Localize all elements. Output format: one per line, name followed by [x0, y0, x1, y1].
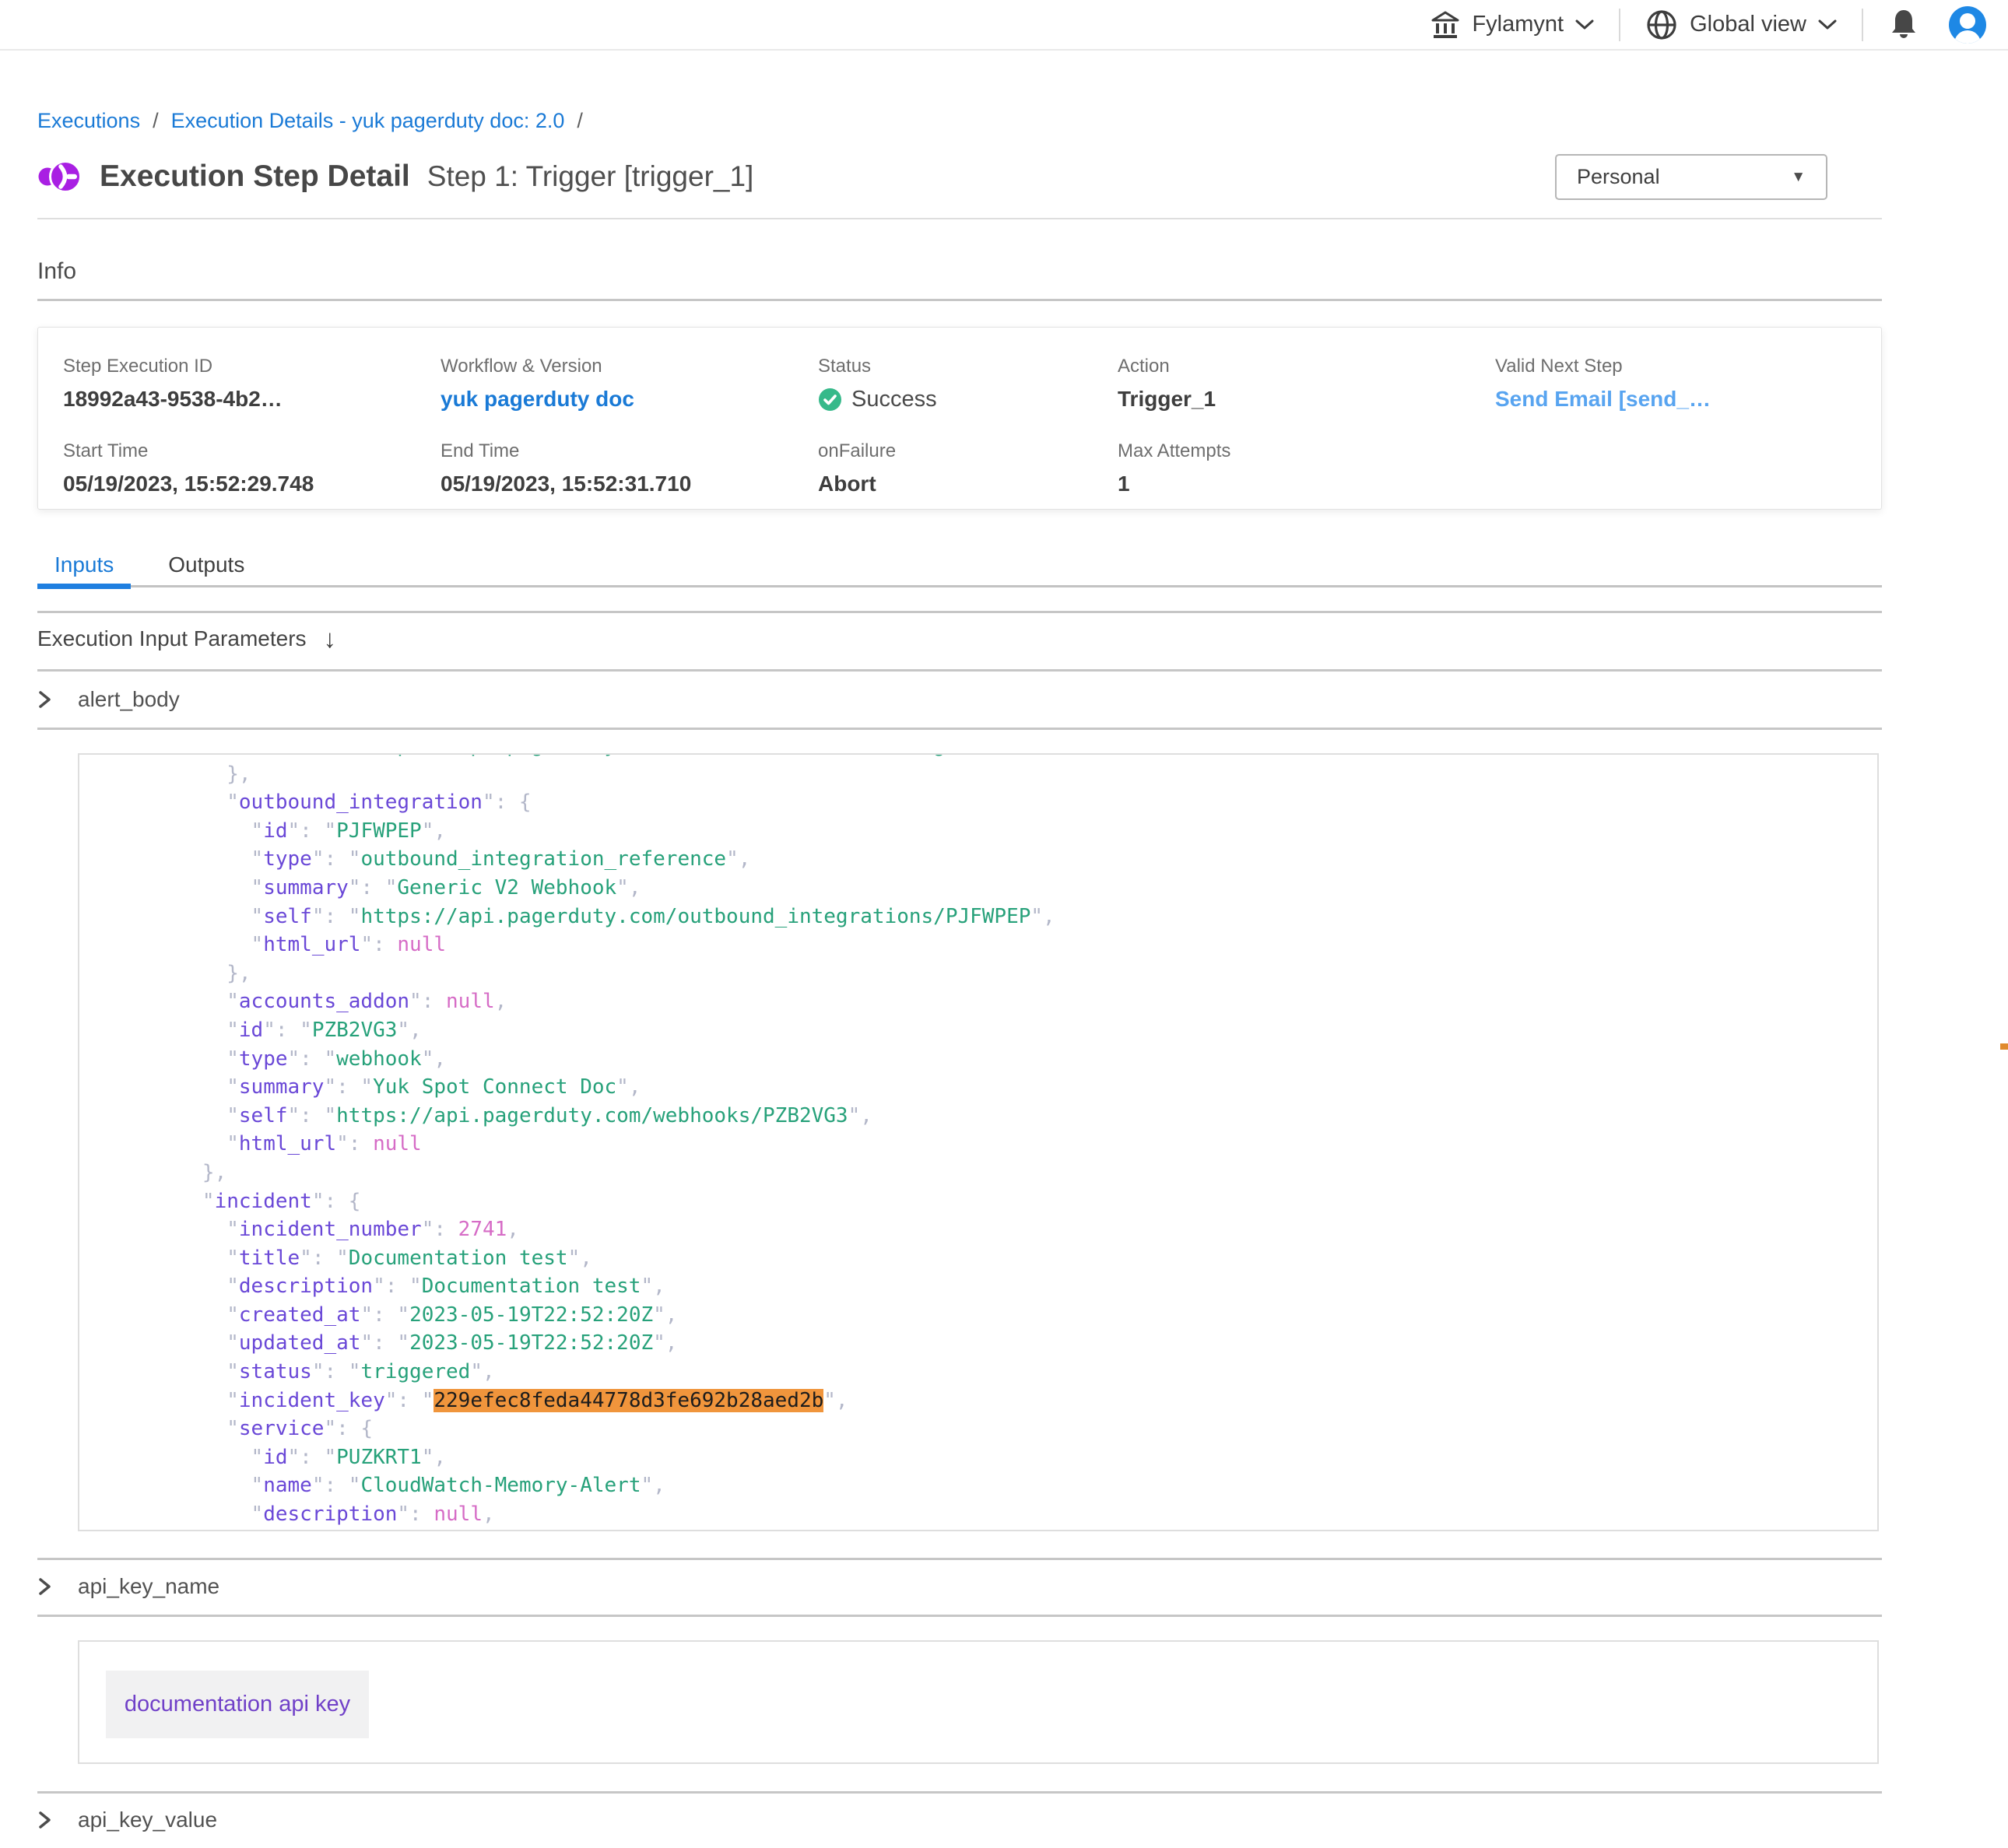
chevron-right-icon — [37, 689, 53, 710]
breadcrumb-executions[interactable]: Executions — [37, 109, 140, 133]
execution-step-detail-page: Fylamynt Global view — [0, 0, 2008, 1848]
field-empty — [1495, 440, 1856, 496]
info-heading: Info — [37, 258, 76, 285]
download-icon[interactable]: ↓ — [324, 624, 337, 654]
view-selector[interactable]: Global view — [1645, 9, 1837, 41]
chevron-right-icon — [37, 1576, 53, 1597]
tab-bar: Inputs Outputs — [37, 545, 1882, 587]
view-name: Global view — [1690, 12, 1806, 37]
section-rule — [37, 1558, 1882, 1560]
tab-inputs[interactable]: Inputs — [37, 545, 131, 585]
page-title: Execution Step Detail — [100, 160, 410, 194]
org-name: Fylamynt — [1472, 12, 1564, 37]
field-value: Abort — [818, 472, 1118, 496]
section-api-key-value[interactable]: api_key_value — [37, 1802, 217, 1838]
field-action: Action Trigger_1 — [1118, 356, 1495, 412]
field-valid-next-step: Valid Next Step Send Email [send_… — [1495, 356, 1856, 412]
section-name: alert_body — [78, 687, 180, 712]
field-label: Step Execution ID — [63, 356, 441, 377]
field-end-time: End Time 05/19/2023, 15:52:31.710 — [441, 440, 818, 496]
bank-icon — [1431, 11, 1460, 39]
scope-select[interactable]: Personal ▼ — [1555, 154, 1827, 200]
chevron-right-icon — [37, 1809, 53, 1831]
breadcrumb-separator: / — [577, 109, 583, 133]
title-divider — [37, 218, 1882, 219]
chevron-down-icon — [1575, 19, 1594, 30]
section-alert-body[interactable]: alert_body — [37, 682, 180, 717]
success-check-icon — [818, 387, 842, 412]
field-step-execution-id: Step Execution ID 18992a43-9538-4b2… — [63, 356, 441, 412]
field-label: onFailure — [818, 440, 1118, 462]
field-label: Start Time — [63, 440, 441, 462]
status-text: Success — [851, 387, 937, 412]
field-label: End Time — [441, 440, 818, 462]
section-name: api_key_name — [78, 1574, 219, 1599]
field-label: Action — [1118, 356, 1495, 377]
title-row: Execution Step Detail Step 1: Trigger [t… — [37, 153, 753, 201]
org-selector[interactable]: Fylamynt — [1431, 11, 1594, 39]
breadcrumb-separator: / — [153, 109, 159, 133]
section-rule — [37, 1615, 1882, 1617]
params-heading: Execution Input Parameters — [37, 626, 307, 651]
status-badge: Success — [818, 387, 1118, 412]
info-card: Step Execution ID 18992a43-9538-4b2… Wor… — [37, 327, 1882, 510]
section-rule — [37, 1791, 1882, 1794]
notifications-bell-icon[interactable] — [1888, 8, 1919, 42]
topbar-divider — [1862, 9, 1863, 41]
next-step-link[interactable]: Send Email [send_… — [1495, 387, 1856, 412]
top-bar: Fylamynt Global view — [0, 0, 2008, 51]
api-key-name-chip: documentation api key — [106, 1671, 369, 1738]
workflow-brand-icon — [37, 154, 82, 199]
field-value: 05/19/2023, 15:52:31.710 — [441, 472, 818, 496]
field-label: Valid Next Step — [1495, 356, 1856, 377]
alert-body-code-viewer[interactable]: "self": "https://api.pagerduty.com/servi… — [78, 753, 1879, 1531]
tab-outputs[interactable]: Outputs — [151, 545, 262, 585]
chevron-down-icon — [1818, 19, 1837, 30]
caret-down-icon: ▼ — [1791, 169, 1806, 186]
params-header: Execution Input Parameters ↓ — [37, 621, 336, 657]
field-label: Workflow & Version — [441, 356, 818, 377]
scroll-highlight-marker — [2000, 1043, 2008, 1050]
field-value: Trigger_1 — [1118, 387, 1495, 412]
field-workflow-version: Workflow & Version yuk pagerduty doc — [441, 356, 818, 412]
section-rule — [37, 611, 1882, 613]
field-label: Status — [818, 356, 1118, 377]
field-max-attempts: Max Attempts 1 — [1118, 440, 1495, 496]
api-key-name-value-box: documentation api key — [78, 1640, 1879, 1764]
section-rule — [37, 669, 1882, 672]
field-value: 18992a43-9538-4b2… — [63, 387, 441, 412]
globe-icon — [1645, 9, 1678, 41]
page-subtitle: Step 1: Trigger [trigger_1] — [427, 160, 754, 193]
section-rule — [37, 728, 1882, 730]
section-api-key-name[interactable]: api_key_name — [37, 1569, 219, 1604]
field-value: 1 — [1118, 472, 1495, 496]
code-content: "self": "https://api.pagerduty.com/servi… — [79, 753, 1877, 1531]
info-divider — [37, 299, 1882, 301]
breadcrumb-execution-details[interactable]: Execution Details - yuk pagerduty doc: 2… — [171, 109, 565, 133]
field-label: Max Attempts — [1118, 440, 1495, 462]
field-onfailure: onFailure Abort — [818, 440, 1118, 496]
breadcrumb: Executions / Execution Details - yuk pag… — [37, 109, 583, 133]
field-status: Status Success — [818, 356, 1118, 412]
avatar-head — [1960, 13, 1975, 29]
topbar-divider — [1619, 9, 1620, 41]
user-avatar[interactable] — [1949, 6, 1986, 44]
field-value: 05/19/2023, 15:52:29.748 — [63, 472, 441, 496]
avatar-shoulders — [1954, 30, 1981, 44]
scope-select-value: Personal — [1577, 165, 1660, 189]
section-name: api_key_value — [78, 1808, 217, 1832]
field-start-time: Start Time 05/19/2023, 15:52:29.748 — [63, 440, 441, 496]
workflow-link[interactable]: yuk pagerduty doc — [441, 387, 818, 412]
